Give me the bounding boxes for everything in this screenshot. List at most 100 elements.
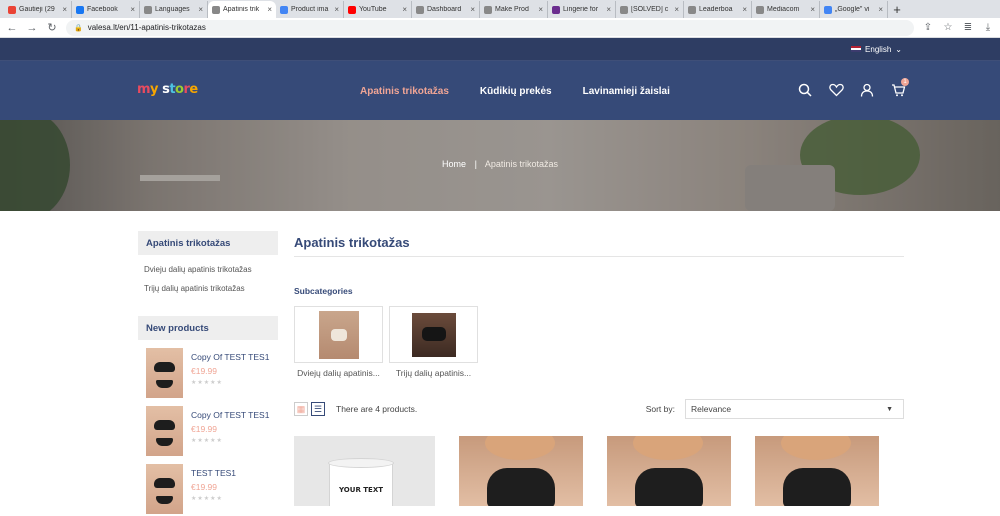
- tab-close-icon[interactable]: ×: [742, 5, 747, 14]
- menu-item-lavinamieji[interactable]: Lavinamieji žaislai: [583, 86, 670, 97]
- tab-close-icon[interactable]: ×: [810, 5, 815, 14]
- tab-favicon-icon: [416, 5, 424, 14]
- tab-close-icon[interactable]: ×: [267, 5, 272, 14]
- tab-title: Leaderboa: [699, 6, 733, 13]
- new-product-name[interactable]: Copy Of TEST TES1: [191, 352, 269, 362]
- browser-tab[interactable]: Mediacom ×: [752, 1, 820, 18]
- main-menu: Apatinis trikotažas Kūdikių prekės Lavin…: [360, 86, 670, 97]
- user-icon[interactable]: [859, 82, 875, 98]
- heart-icon[interactable]: [828, 82, 844, 98]
- product-card-mug[interactable]: YOUR TEXT: [294, 436, 435, 506]
- new-product-item[interactable]: TEST TES1 €19.99 ★★★★★: [138, 464, 278, 514]
- browser-tab[interactable]: Leaderboa ×: [684, 1, 752, 18]
- forward-icon[interactable]: →: [26, 22, 38, 34]
- tab-close-icon[interactable]: ×: [878, 5, 883, 14]
- rating-stars: ★★★★★: [191, 438, 223, 444]
- site-logo[interactable]: my store: [137, 82, 198, 97]
- tab-title: Apatinis trik: [223, 6, 260, 13]
- menu-item-kudikiu[interactable]: Kūdikių prekės: [480, 86, 552, 97]
- new-product-item[interactable]: Copy Of TEST TES1 €19.99 ★★★★★: [138, 406, 278, 456]
- subcategory-image-box[interactable]: [294, 306, 383, 363]
- sidebar-link-dvieju[interactable]: Dvieju dalių apatinis trikotažas: [144, 265, 272, 274]
- tab-close-icon[interactable]: ×: [538, 5, 543, 14]
- product-grid: YOUR TEXT: [294, 436, 904, 506]
- new-product-info: Copy Of TEST TES1 €19.99 ★★★★★: [191, 348, 269, 398]
- sidebar-link-triju[interactable]: Trijų dalių apatinis trikotažas: [144, 284, 272, 293]
- new-product-thumbnail[interactable]: [146, 348, 183, 398]
- tab-close-icon[interactable]: ×: [674, 5, 679, 14]
- mug-image: YOUR TEXT: [328, 458, 394, 506]
- tab-favicon-icon: [756, 5, 764, 14]
- bookmark-star-icon[interactable]: ☆: [942, 22, 954, 33]
- breadcrumb-home[interactable]: Home: [442, 159, 466, 169]
- subcategory-card[interactable]: Trijų dalių apatinis...: [389, 306, 478, 379]
- tab-close-icon[interactable]: ×: [402, 5, 407, 14]
- browser-tab[interactable]: YouTube ×: [344, 1, 412, 18]
- tab-close-icon[interactable]: ×: [130, 5, 135, 14]
- browser-tab[interactable]: Product ima ×: [276, 1, 344, 18]
- reading-list-icon[interactable]: ≣: [962, 22, 974, 33]
- tab-title: Facebook: [87, 6, 118, 13]
- tab-title: Languages: [155, 6, 190, 13]
- back-icon[interactable]: ←: [6, 22, 18, 34]
- tab-title: Product ima: [291, 6, 329, 13]
- share-icon[interactable]: ⇪: [922, 22, 934, 33]
- browser-tab[interactable]: Apatinis trik ×: [208, 1, 276, 18]
- product-count: There are 4 products.: [336, 404, 418, 414]
- list-view-icon[interactable]: ☰: [311, 402, 325, 416]
- tab-favicon-icon: [552, 5, 560, 14]
- new-product-name[interactable]: TEST TES1: [191, 468, 236, 478]
- tab-title: YouTube: [359, 6, 387, 13]
- subcategory-label[interactable]: Trijų dalių apatinis...: [389, 368, 478, 379]
- browser-tab-strip: Gautieji (29 × Facebook × Languages × Apatinis…: [0, 0, 1000, 18]
- browser-tab[interactable]: „Google" vi ×: [820, 1, 888, 18]
- tab-title: Make Prod: [495, 6, 529, 13]
- sidebar-category-title[interactable]: Apatinis trikotažas: [138, 231, 278, 255]
- sort-select[interactable]: Relevance ▼: [685, 399, 904, 419]
- tab-favicon-icon: [824, 5, 832, 14]
- browser-tab[interactable]: Gautieji (29 ×: [4, 1, 72, 18]
- language-selector[interactable]: English ⌄: [851, 45, 902, 54]
- download-icon[interactable]: ⤓: [982, 22, 994, 33]
- rating-stars: ★★★★★: [191, 496, 223, 502]
- mug-text: YOUR TEXT: [338, 486, 383, 494]
- new-product-thumbnail[interactable]: [146, 464, 183, 514]
- product-card[interactable]: [607, 436, 731, 506]
- subcategory-label[interactable]: Dviejų dalių apatinis...: [294, 368, 383, 379]
- new-tab-icon[interactable]: +: [888, 1, 906, 18]
- subcategory-card[interactable]: Dviejų dalių apatinis...: [294, 306, 383, 379]
- browser-tab[interactable]: Dashboard ×: [412, 1, 480, 18]
- tab-favicon-icon: [280, 5, 288, 14]
- browser-tab[interactable]: [SOLVED] c ×: [616, 1, 684, 18]
- browser-tab[interactable]: Languages ×: [140, 1, 208, 18]
- tab-close-icon[interactable]: ×: [62, 5, 67, 14]
- grid-view-icon[interactable]: ▦: [294, 402, 308, 416]
- tab-close-icon[interactable]: ×: [606, 5, 611, 14]
- reload-icon[interactable]: ↻: [46, 21, 58, 34]
- tab-title: Dashboard: [427, 6, 462, 13]
- cart-icon[interactable]: 1: [890, 78, 909, 98]
- logo-letter: e: [189, 82, 198, 97]
- tab-favicon-icon: [348, 5, 356, 14]
- browser-tab[interactable]: Lingerie for ×: [548, 1, 616, 18]
- tab-close-icon[interactable]: ×: [470, 5, 475, 14]
- url-field[interactable]: 🔒 valesa.lt/en/11-apatinis-trikotazas: [66, 19, 914, 36]
- product-card[interactable]: [459, 436, 583, 506]
- menu-item-apatinis[interactable]: Apatinis trikotažas: [360, 86, 449, 97]
- product-card[interactable]: [755, 436, 879, 506]
- new-product-name[interactable]: Copy Of TEST TES1: [191, 410, 269, 420]
- sidebar-category-links: Dvieju dalių apatinis trikotažas Trijų d…: [138, 255, 278, 293]
- product-toolbar: ▦ ☰ There are 4 products. Sort by: Relev…: [294, 399, 904, 419]
- tab-close-icon[interactable]: ×: [334, 5, 339, 14]
- browser-tab[interactable]: Make Prod ×: [480, 1, 548, 18]
- page-title: Apatinis trikotažas: [294, 231, 904, 257]
- tab-close-icon[interactable]: ×: [198, 5, 203, 14]
- browser-tab[interactable]: Facebook ×: [72, 1, 140, 18]
- subcategory-image-box[interactable]: [389, 306, 478, 363]
- breadcrumb-current: Apatinis trikotažas: [484, 159, 558, 169]
- new-product-item[interactable]: Copy Of TEST TES1 €19.99 ★★★★★: [138, 348, 278, 398]
- new-product-thumbnail[interactable]: [146, 406, 183, 456]
- new-product-info: Copy Of TEST TES1 €19.99 ★★★★★: [191, 406, 269, 456]
- rating-stars: ★★★★★: [191, 380, 223, 386]
- search-icon[interactable]: [797, 82, 813, 98]
